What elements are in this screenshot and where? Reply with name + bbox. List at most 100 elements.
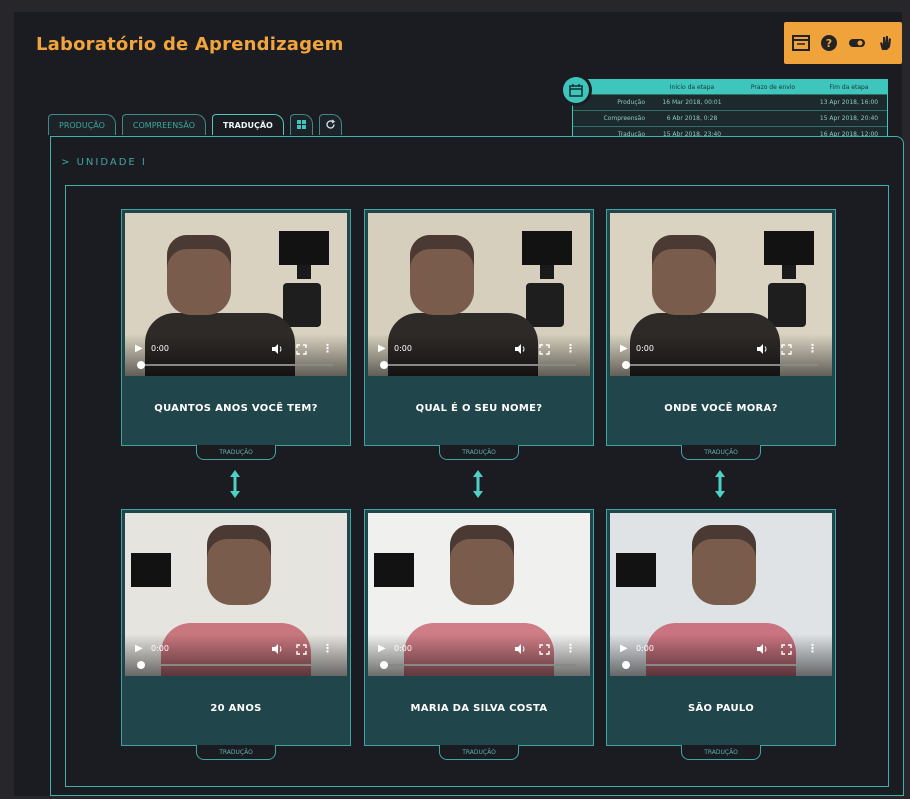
video-player[interactable]: ▶ 0:00 ⋮	[368, 513, 590, 676]
volume-icon[interactable]	[514, 643, 526, 655]
video-caption: QUAL É O SEU NOME?	[368, 376, 590, 440]
play-icon[interactable]: ▶	[620, 343, 628, 354]
background-chair	[526, 283, 564, 327]
hand-icon[interactable]	[874, 32, 896, 54]
grid-view-tab[interactable]	[289, 114, 313, 135]
progress-bar[interactable]	[382, 664, 576, 666]
unit-header[interactable]: > UNIDADE I	[61, 157, 147, 168]
progress-bar[interactable]	[624, 364, 818, 366]
volume-icon[interactable]	[271, 343, 283, 355]
video-controls: ▶ 0:00 ⋮	[610, 634, 832, 676]
fullscreen-icon[interactable]	[296, 344, 307, 355]
person-face-blurred	[410, 235, 474, 315]
dates-stage: Compreensão	[603, 115, 645, 122]
video-caption: 20 ANOS	[125, 676, 347, 740]
volume-icon[interactable]	[756, 643, 768, 655]
answer-video-card: ▶ 0:00 ⋮ SÃO PAULO	[606, 509, 836, 746]
stage-dates-table: Início da etapa Prazo de envio Fim da et…	[572, 79, 888, 143]
play-icon[interactable]: ▶	[135, 643, 143, 654]
traducao-tab[interactable]: TRADUÇÃO	[439, 745, 519, 760]
video-controls: ▶ 0:00 ⋮	[125, 634, 347, 676]
window-icon[interactable]	[790, 32, 812, 54]
dates-start: 16 Mar 2018, 00:01	[662, 99, 722, 106]
tab-traducao[interactable]: TRADUÇÃO	[212, 114, 284, 135]
answer-video-card: ▶ 0:00 ⋮ MARIA DA SILVA COSTA	[364, 509, 594, 746]
dates-end: 13 Apr 2018, 16:00	[819, 99, 879, 106]
app-title: Laboratório de Aprendizagem	[36, 34, 344, 55]
video-time: 0:00	[394, 344, 412, 353]
progress-handle[interactable]	[622, 661, 630, 669]
more-options-icon[interactable]: ⋮	[322, 342, 333, 355]
background-monitor	[616, 553, 656, 587]
play-icon[interactable]: ▶	[135, 343, 143, 354]
stage-tabs: PRODUÇÃO COMPREENSÃO TRADUÇÃO	[48, 114, 342, 136]
background-monitor	[764, 231, 814, 265]
fullscreen-icon[interactable]	[296, 644, 307, 655]
play-icon[interactable]: ▶	[378, 643, 386, 654]
dates-row: Produção 16 Mar 2018, 00:01 13 Apr 2018,…	[573, 94, 887, 110]
background-monitor-base	[782, 265, 796, 279]
person-face-blurred	[167, 235, 231, 315]
background-monitor	[279, 231, 329, 265]
traducao-tab[interactable]: TRADUÇÃO	[681, 445, 761, 460]
progress-handle[interactable]	[137, 661, 145, 669]
dates-header-cell: Fim da etapa	[829, 83, 869, 91]
traducao-tab[interactable]: TRADUÇÃO	[196, 445, 276, 460]
person-face-blurred	[450, 525, 514, 605]
progress-bar[interactable]	[624, 664, 818, 666]
more-options-icon[interactable]: ⋮	[565, 642, 576, 655]
video-controls: ▶ 0:00 ⋮	[610, 334, 832, 376]
fullscreen-icon[interactable]	[781, 644, 792, 655]
dates-row: Compreensão 6 Abr 2018, 0:28 15 Apr 2018…	[573, 110, 887, 126]
progress-handle[interactable]	[137, 361, 145, 369]
volume-icon[interactable]	[271, 643, 283, 655]
video-player[interactable]: ▶ 0:00 ⋮	[125, 213, 347, 376]
refresh-icon	[325, 118, 336, 132]
volume-icon[interactable]	[756, 343, 768, 355]
fullscreen-icon[interactable]	[539, 644, 550, 655]
background-monitor-base	[297, 265, 311, 279]
question-video-card: ▶ 0:00 ⋮ ONDE VOCÊ MORA?	[606, 209, 836, 446]
person-face-blurred	[652, 235, 716, 315]
fullscreen-icon[interactable]	[539, 344, 550, 355]
progress-bar[interactable]	[139, 664, 333, 666]
traducao-tab[interactable]: TRADUÇÃO	[196, 745, 276, 760]
video-controls: ▶ 0:00 ⋮	[368, 334, 590, 376]
more-options-icon[interactable]: ⋮	[565, 342, 576, 355]
play-icon[interactable]: ▶	[378, 343, 386, 354]
answer-video-card: ▶ 0:00 ⋮ 20 ANOS	[121, 509, 351, 746]
tab-compreensao[interactable]: COMPREENSÃO	[121, 114, 207, 135]
play-icon[interactable]: ▶	[620, 643, 628, 654]
dates-header: Início da etapa Prazo de envio Fim da et…	[573, 80, 887, 94]
help-glyph: ?	[826, 37, 832, 50]
volume-icon[interactable]	[514, 343, 526, 355]
person-face-blurred	[207, 525, 271, 605]
progress-bar[interactable]	[382, 364, 576, 366]
background-monitor-base	[540, 265, 554, 279]
person-face-blurred	[692, 525, 756, 605]
toggle-icon[interactable]	[846, 32, 868, 54]
video-time: 0:00	[151, 344, 169, 353]
more-options-icon[interactable]: ⋮	[807, 342, 818, 355]
refresh-tab[interactable]	[318, 114, 342, 135]
progress-handle[interactable]	[380, 661, 388, 669]
video-player[interactable]: ▶ 0:00 ⋮	[610, 513, 832, 676]
fullscreen-icon[interactable]	[781, 344, 792, 355]
more-options-icon[interactable]: ⋮	[322, 642, 333, 655]
progress-handle[interactable]	[622, 361, 630, 369]
traducao-tab[interactable]: TRADUÇÃO	[439, 445, 519, 460]
help-icon[interactable]: ?	[818, 32, 840, 54]
video-player[interactable]: ▶ 0:00 ⋮	[125, 513, 347, 676]
video-time: 0:00	[151, 644, 169, 653]
progress-handle[interactable]	[380, 361, 388, 369]
video-player[interactable]: ▶ 0:00 ⋮	[368, 213, 590, 376]
video-player[interactable]: ▶ 0:00 ⋮	[610, 213, 832, 376]
progress-bar[interactable]	[139, 364, 333, 366]
background-chair	[768, 283, 806, 327]
traducao-tab[interactable]: TRADUÇÃO	[681, 745, 761, 760]
more-options-icon[interactable]: ⋮	[807, 642, 818, 655]
video-caption: SÃO PAULO	[610, 676, 832, 740]
video-time: 0:00	[636, 344, 654, 353]
video-time: 0:00	[636, 644, 654, 653]
tab-producao[interactable]: PRODUÇÃO	[48, 114, 116, 135]
